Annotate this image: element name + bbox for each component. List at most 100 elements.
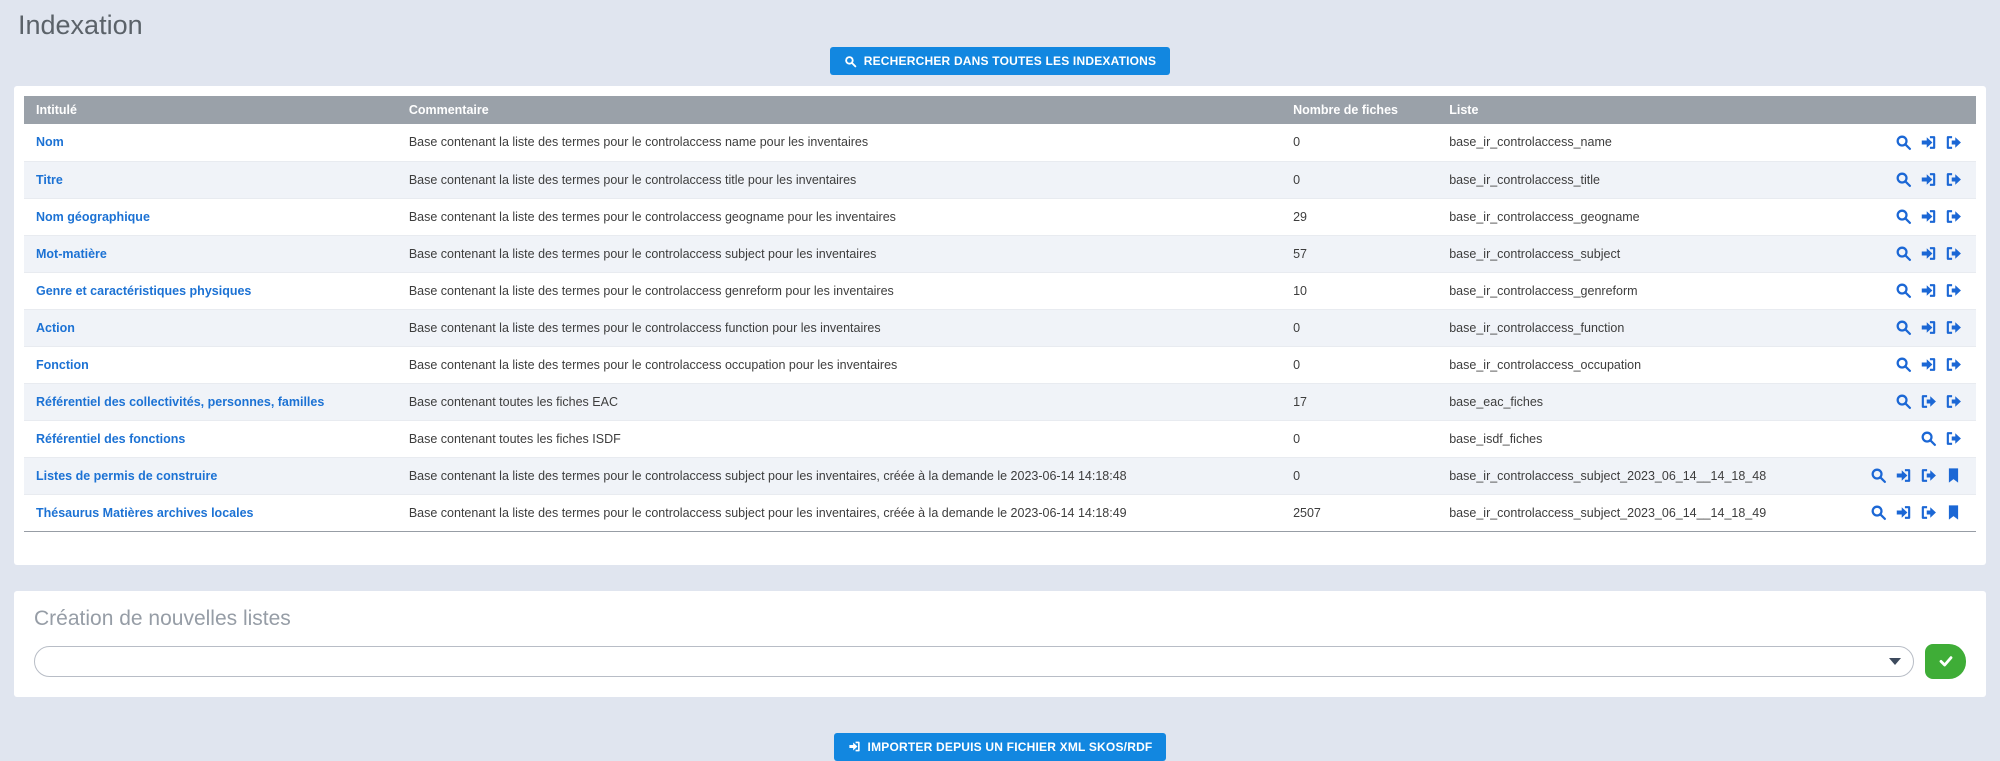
row-liste: base_ir_controlaccess_subject_2023_06_14… <box>1437 457 1837 494</box>
row-title-link[interactable]: Nom géographique <box>36 210 150 224</box>
row-liste: base_eac_fiches <box>1437 383 1837 420</box>
row-liste: base_ir_controlaccess_occupation <box>1437 346 1837 383</box>
check-icon <box>1938 653 1954 669</box>
indexation-table-panel: Intitulé Commentaire Nombre de fiches Li… <box>14 86 1986 565</box>
search-icon[interactable] <box>1870 467 1887 484</box>
row-count: 0 <box>1281 457 1437 494</box>
search-icon[interactable] <box>1895 319 1912 336</box>
import-icon[interactable] <box>1920 282 1937 299</box>
import-icon[interactable] <box>1920 356 1937 373</box>
header-commentaire: Commentaire <box>397 96 1281 124</box>
row-liste: base_ir_controlaccess_subject_2023_06_14… <box>1437 494 1837 531</box>
search-icon[interactable] <box>1895 245 1912 262</box>
search-icon[interactable] <box>1895 208 1912 225</box>
export-icon[interactable] <box>1920 393 1937 410</box>
search-icon[interactable] <box>1895 282 1912 299</box>
import-icon[interactable] <box>1895 504 1912 521</box>
row-count: 2507 <box>1281 494 1437 531</box>
row-title-link[interactable]: Mot-matière <box>36 247 107 261</box>
search-all-indexations-label: RECHERCHER DANS TOUTES LES INDEXATIONS <box>864 54 1157 68</box>
import-icon[interactable] <box>1920 208 1937 225</box>
export-icon[interactable] <box>1945 245 1962 262</box>
header-nombre-de-fiches: Nombre de fiches <box>1281 96 1437 124</box>
indexation-table-body: Nom Base contenant la liste des termes p… <box>24 124 1976 531</box>
row-comment: Base contenant la liste des termes pour … <box>397 457 1281 494</box>
row-liste: base_ir_controlaccess_function <box>1437 309 1837 346</box>
search-icon[interactable] <box>1870 504 1887 521</box>
export-icon[interactable] <box>1945 430 1962 447</box>
table-row: Listes de permis de construire Base cont… <box>24 457 1976 494</box>
export-icon[interactable] <box>1920 504 1937 521</box>
row-title-link[interactable]: Référentiel des fonctions <box>36 432 185 446</box>
row-actions <box>1837 383 1976 420</box>
row-comment: Base contenant toutes les fiches ISDF <box>397 420 1281 457</box>
new-list-select[interactable] <box>34 646 1914 677</box>
row-title-link[interactable]: Référentiel des collectivités, personnes… <box>36 395 324 409</box>
row-liste: base_ir_controlaccess_name <box>1437 124 1837 161</box>
row-count: 17 <box>1281 383 1437 420</box>
search-icon[interactable] <box>1895 134 1912 151</box>
bookmark-icon[interactable] <box>1945 467 1962 484</box>
row-actions <box>1837 198 1976 235</box>
import-icon[interactable] <box>1920 171 1937 188</box>
row-comment: Base contenant la liste des termes pour … <box>397 272 1281 309</box>
export-icon[interactable] <box>1945 319 1962 336</box>
export-icon[interactable] <box>1920 467 1937 484</box>
row-actions <box>1837 235 1976 272</box>
row-title-link[interactable]: Action <box>36 321 75 335</box>
row-count: 0 <box>1281 161 1437 198</box>
row-comment: Base contenant toutes les fiches EAC <box>397 383 1281 420</box>
table-header-row: Intitulé Commentaire Nombre de fiches Li… <box>24 96 1976 124</box>
table-row: Nom Base contenant la liste des termes p… <box>24 124 1976 161</box>
table-row: Genre et caractéristiques physiques Base… <box>24 272 1976 309</box>
row-title-link[interactable]: Titre <box>36 173 63 187</box>
page-title: Indexation <box>0 0 2000 41</box>
search-icon <box>844 55 857 68</box>
row-title-link[interactable]: Thésaurus Matières archives locales <box>36 506 253 520</box>
table-row: Référentiel des fonctions Base contenant… <box>24 420 1976 457</box>
export-icon[interactable] <box>1945 171 1962 188</box>
table-row: Thésaurus Matières archives locales Base… <box>24 494 1976 531</box>
row-count: 10 <box>1281 272 1437 309</box>
bookmark-icon[interactable] <box>1945 504 1962 521</box>
table-row: Mot-matière Base contenant la liste des … <box>24 235 1976 272</box>
row-title-link[interactable]: Nom <box>36 135 64 149</box>
row-count: 57 <box>1281 235 1437 272</box>
export-icon[interactable] <box>1945 208 1962 225</box>
row-liste: base_ir_controlaccess_subject <box>1437 235 1837 272</box>
row-count: 29 <box>1281 198 1437 235</box>
search-icon[interactable] <box>1920 430 1937 447</box>
table-row: Référentiel des collectivités, personnes… <box>24 383 1976 420</box>
row-title-link[interactable]: Fonction <box>36 358 89 372</box>
row-actions <box>1837 161 1976 198</box>
row-count: 0 <box>1281 309 1437 346</box>
table-row: Nom géographique Base contenant la liste… <box>24 198 1976 235</box>
row-comment: Base contenant la liste des termes pour … <box>397 161 1281 198</box>
row-count: 0 <box>1281 124 1437 161</box>
import-icon[interactable] <box>1920 319 1937 336</box>
confirm-create-list-button[interactable] <box>1925 644 1966 679</box>
export-icon[interactable] <box>1945 393 1962 410</box>
table-row: Action Base contenant la liste des terme… <box>24 309 1976 346</box>
import-skos-rdf-label: IMPORTER DEPUIS UN FICHIER XML SKOS/RDF <box>868 740 1153 754</box>
search-all-indexations-button[interactable]: RECHERCHER DANS TOUTES LES INDEXATIONS <box>830 47 1171 75</box>
row-comment: Base contenant la liste des termes pour … <box>397 124 1281 161</box>
search-icon[interactable] <box>1895 171 1912 188</box>
export-icon[interactable] <box>1945 134 1962 151</box>
import-icon[interactable] <box>1895 467 1912 484</box>
search-icon[interactable] <box>1895 393 1912 410</box>
row-comment: Base contenant la liste des termes pour … <box>397 198 1281 235</box>
row-liste: base_ir_controlaccess_genreform <box>1437 272 1837 309</box>
row-title-link[interactable]: Genre et caractéristiques physiques <box>36 284 251 298</box>
export-icon[interactable] <box>1945 356 1962 373</box>
import-icon[interactable] <box>1920 134 1937 151</box>
row-title-link[interactable]: Listes de permis de construire <box>36 469 217 483</box>
export-icon[interactable] <box>1945 282 1962 299</box>
row-comment: Base contenant la liste des termes pour … <box>397 309 1281 346</box>
row-actions <box>1837 420 1976 457</box>
search-icon[interactable] <box>1895 356 1912 373</box>
row-count: 0 <box>1281 420 1437 457</box>
header-actions <box>1837 96 1976 124</box>
import-icon[interactable] <box>1920 245 1937 262</box>
creation-panel: Création de nouvelles listes <box>14 591 1986 697</box>
